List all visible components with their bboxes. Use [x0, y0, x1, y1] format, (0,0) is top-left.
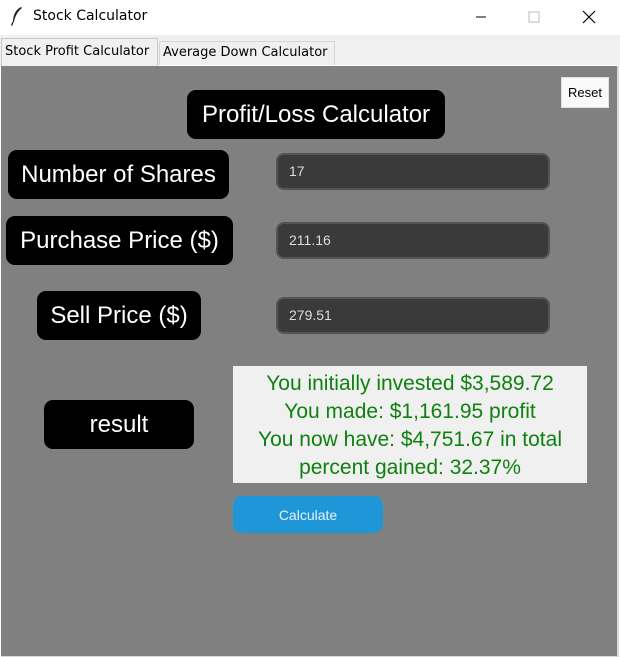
close-button[interactable]	[566, 0, 612, 34]
result-label: result	[44, 400, 194, 449]
tab-average-down-calculator[interactable]: Average Down Calculator	[159, 41, 335, 65]
minimize-button[interactable]	[458, 0, 504, 34]
purchase-price-label: Purchase Price ($)	[6, 216, 233, 265]
calculate-button[interactable]: Calculate	[233, 496, 383, 533]
reset-button[interactable]: Reset	[561, 77, 609, 108]
close-icon	[582, 10, 596, 24]
maximize-icon	[528, 11, 540, 23]
maximize-button[interactable]	[511, 0, 557, 34]
purchase-price-input[interactable]: 211.16	[276, 222, 550, 259]
sell-price-input[interactable]: 279.51	[276, 297, 550, 334]
sell-price-label: Sell Price ($)	[37, 291, 201, 340]
result-total-line: You now have: $4,751.67 in total	[258, 428, 562, 451]
shares-input[interactable]: 17	[276, 153, 550, 190]
result-profit-line: You made: $1,161.95 profit	[284, 400, 536, 423]
result-invested-line: You initially invested $3,589.72	[266, 372, 554, 395]
tab-stock-profit-calculator[interactable]: Stock Profit Calculator	[1, 38, 158, 66]
title-bar: Stock Calculator	[0, 0, 620, 34]
feather-icon	[10, 7, 22, 26]
shares-label: Number of Shares	[8, 150, 229, 199]
window-title: Stock Calculator	[33, 8, 148, 24]
minimize-icon	[476, 16, 486, 18]
tab-bar: Stock Profit Calculator Average Down Cal…	[0, 35, 620, 66]
page-title: Profit/Loss Calculator	[187, 90, 445, 139]
result-percent-line: percent gained: 32.37%	[299, 456, 521, 479]
result-output: You initially invested $3,589.72 You mad…	[233, 366, 587, 483]
